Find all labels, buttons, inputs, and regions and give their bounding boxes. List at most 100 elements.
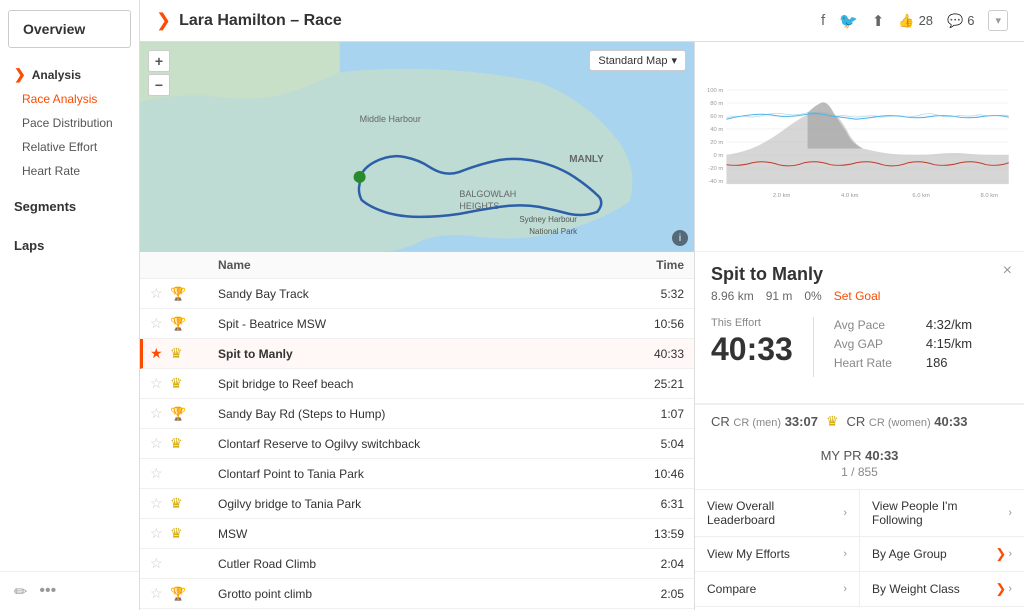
star-icon[interactable]: ☆ — [150, 555, 170, 572]
svg-text:6.0 km: 6.0 km — [912, 193, 930, 199]
table-row[interactable]: ☆ ♛ MSW 13:59 — [140, 519, 694, 549]
table-row[interactable]: ☆ Cutler Road Climb 2:04 — [140, 549, 694, 579]
segment-name[interactable]: MSW — [218, 527, 604, 541]
cr-women-value: 40:33 — [934, 414, 967, 429]
svg-text:20 m: 20 m — [710, 140, 723, 146]
comment-button[interactable]: 💬 6 — [947, 13, 974, 29]
table-row-highlighted[interactable]: ★ ♛ Spit to Manly 40:33 — [140, 339, 694, 369]
edit-icon[interactable]: ✏ — [14, 582, 27, 602]
map-info-icon[interactable]: i — [672, 230, 688, 246]
svg-text:80 m: 80 m — [710, 101, 723, 107]
like-count: 28 — [919, 13, 933, 28]
chart-svg: 100 m 80 m 60 m 40 m 20 m 0 m -20 m -40 … — [707, 50, 1012, 243]
map-container: BALGOWLAH HEIGHTS MANLY Middle Harbour S… — [140, 42, 694, 252]
star-icon[interactable]: ☆ — [150, 585, 170, 602]
table-row[interactable]: ☆ ♛ Ogilvy bridge to Tania Park 6:31 — [140, 489, 694, 519]
svg-text:40 m: 40 m — [710, 127, 723, 133]
segment-name[interactable]: Sandy Bay Rd (Steps to Hump) — [218, 407, 604, 421]
view-overall-leaderboard-button[interactable]: View Overall Leaderboard › — [695, 490, 860, 536]
trophy-icon: 🏆 — [170, 586, 194, 602]
table-row[interactable]: ☆ 🏆 Sandy Bay Rd (Steps to Hump) 1:07 — [140, 399, 694, 429]
segment-elevation: 91 m — [766, 289, 793, 303]
share-icon[interactable]: ⬆ — [872, 12, 885, 30]
trophy-icon: 🏆 — [170, 316, 194, 332]
comment-count: 6 — [967, 13, 974, 28]
cr-women-label: CR CR (women) 40:33 — [847, 414, 968, 429]
segment-time: 1:07 — [604, 407, 684, 421]
more-options-icon[interactable]: ••• — [39, 582, 56, 602]
table-row[interactable]: ☆ ♛ Spit bridge to Reef beach 25:21 — [140, 369, 694, 399]
segment-time: 2:04 — [604, 557, 684, 571]
segment-detail-meta: 8.96 km 91 m 0% Set Goal — [711, 289, 1008, 303]
sidebar-item-heart-rate[interactable]: Heart Rate — [0, 159, 139, 183]
comment-icon: 💬 — [947, 13, 963, 29]
action-buttons: View Overall Leaderboard › View People I… — [695, 490, 1024, 607]
sidebar-item-relative-effort[interactable]: Relative Effort — [0, 135, 139, 159]
segment-name[interactable]: Spit bridge to Reef beach — [218, 377, 604, 391]
segment-time: 40:33 — [604, 347, 684, 361]
star-icon[interactable]: ☆ — [150, 375, 170, 392]
laps-nav[interactable]: Laps — [0, 230, 139, 261]
svg-text:Sydney Harbour: Sydney Harbour — [519, 215, 577, 224]
segment-name[interactable]: Sandy Bay Track — [218, 287, 604, 301]
zoom-out-button[interactable]: − — [148, 74, 170, 96]
by-weight-class-button[interactable]: By Weight Class ❯ › — [860, 572, 1024, 606]
segment-name[interactable]: Clontarf Reserve to Ogilvy switchback — [218, 437, 604, 451]
svg-text:0 m: 0 m — [714, 153, 724, 159]
avg-gap-label: Avg GAP — [834, 337, 914, 351]
page-title: Lara Hamilton – Race — [179, 12, 821, 30]
overview-nav[interactable]: Overview — [8, 10, 131, 48]
star-icon[interactable]: ☆ — [150, 525, 170, 542]
sidebar-item-race-analysis[interactable]: Race Analysis — [0, 87, 139, 111]
segment-time: 10:56 — [604, 317, 684, 331]
more-dropdown[interactable]: ▾ — [988, 10, 1008, 31]
map-svg: BALGOWLAH HEIGHTS MANLY Middle Harbour S… — [140, 42, 694, 252]
table-row[interactable]: ☆ 🏆 Sandy Bay Track 5:32 — [140, 279, 694, 309]
close-button[interactable]: × — [1003, 262, 1012, 280]
segment-grade: 0% — [804, 289, 821, 303]
table-row[interactable]: ☆ 🏆 Spit - Beatrice MSW 10:56 — [140, 309, 694, 339]
segment-name[interactable]: Spit - Beatrice MSW — [218, 317, 604, 331]
twitter-icon[interactable]: 🐦 — [839, 12, 858, 30]
like-button[interactable]: 👍 28 — [898, 13, 933, 29]
star-icon[interactable]: ☆ — [150, 465, 170, 482]
pr-value: 40:33 — [865, 448, 898, 463]
star-icon[interactable]: ☆ — [150, 495, 170, 512]
zoom-in-button[interactable]: + — [148, 50, 170, 72]
segment-name[interactable]: Cutler Road Climb — [218, 557, 604, 571]
segment-time: 25:21 — [604, 377, 684, 391]
chevron-right-icon: › — [1008, 507, 1012, 519]
star-icon-active[interactable]: ★ — [150, 345, 170, 362]
star-icon[interactable]: ☆ — [150, 405, 170, 422]
table-row[interactable]: ☆ ♛ Clontarf Reserve to Ogilvy switchbac… — [140, 429, 694, 459]
page-header: ❯ Lara Hamilton – Race f 🐦 ⬆ 👍 28 💬 6 ▾ — [140, 0, 1024, 42]
segments-nav[interactable]: Segments — [0, 191, 139, 222]
map-type-selector[interactable]: Standard Map ▾ — [589, 50, 686, 71]
star-icon[interactable]: ☆ — [150, 435, 170, 452]
chevron-right-icon: › — [843, 583, 847, 595]
segments-table: Name Time ☆ 🏆 Sandy Bay Track 5:32 ☆ 🏆 — [140, 252, 694, 610]
facebook-icon[interactable]: f — [821, 12, 825, 29]
analysis-section: ❯ Analysis — [0, 58, 139, 87]
strava-logo-icon: ❯ — [156, 10, 171, 31]
compare-button[interactable]: Compare › — [695, 572, 860, 606]
segment-detail-panel: × Spit to Manly 8.96 km 91 m 0% Set Goal… — [695, 252, 1024, 404]
table-row[interactable]: ☆ 🏆 Grotto point climb 2:05 — [140, 579, 694, 609]
view-people-following-button[interactable]: View People I'm Following › — [860, 490, 1024, 536]
cr-trophy-icon: ♛ — [826, 413, 839, 430]
segment-name-highlighted[interactable]: Spit to Manly — [218, 347, 604, 361]
view-my-efforts-button[interactable]: View My Efforts › — [695, 537, 860, 571]
segment-name[interactable]: Clontarf Point to Tania Park — [218, 467, 604, 481]
by-age-group-button[interactable]: By Age Group ❯ › — [860, 537, 1024, 571]
segment-name[interactable]: Grotto point climb — [218, 587, 604, 601]
segment-name[interactable]: Ogilvy bridge to Tania Park — [218, 497, 604, 511]
avg-pace-label: Avg Pace — [834, 318, 914, 332]
elevation-chart: 100 m 80 m 60 m 40 m 20 m 0 m -20 m -40 … — [695, 42, 1024, 252]
star-icon[interactable]: ☆ — [150, 285, 170, 302]
star-icon[interactable]: ☆ — [150, 315, 170, 332]
svg-text:Middle Harbour: Middle Harbour — [360, 114, 421, 124]
set-goal-link[interactable]: Set Goal — [834, 289, 881, 303]
pr-text: MY PR 40:33 — [711, 448, 1008, 463]
table-row[interactable]: ☆ Clontarf Point to Tania Park 10:46 — [140, 459, 694, 489]
sidebar-item-pace-distribution[interactable]: Pace Distribution — [0, 111, 139, 135]
